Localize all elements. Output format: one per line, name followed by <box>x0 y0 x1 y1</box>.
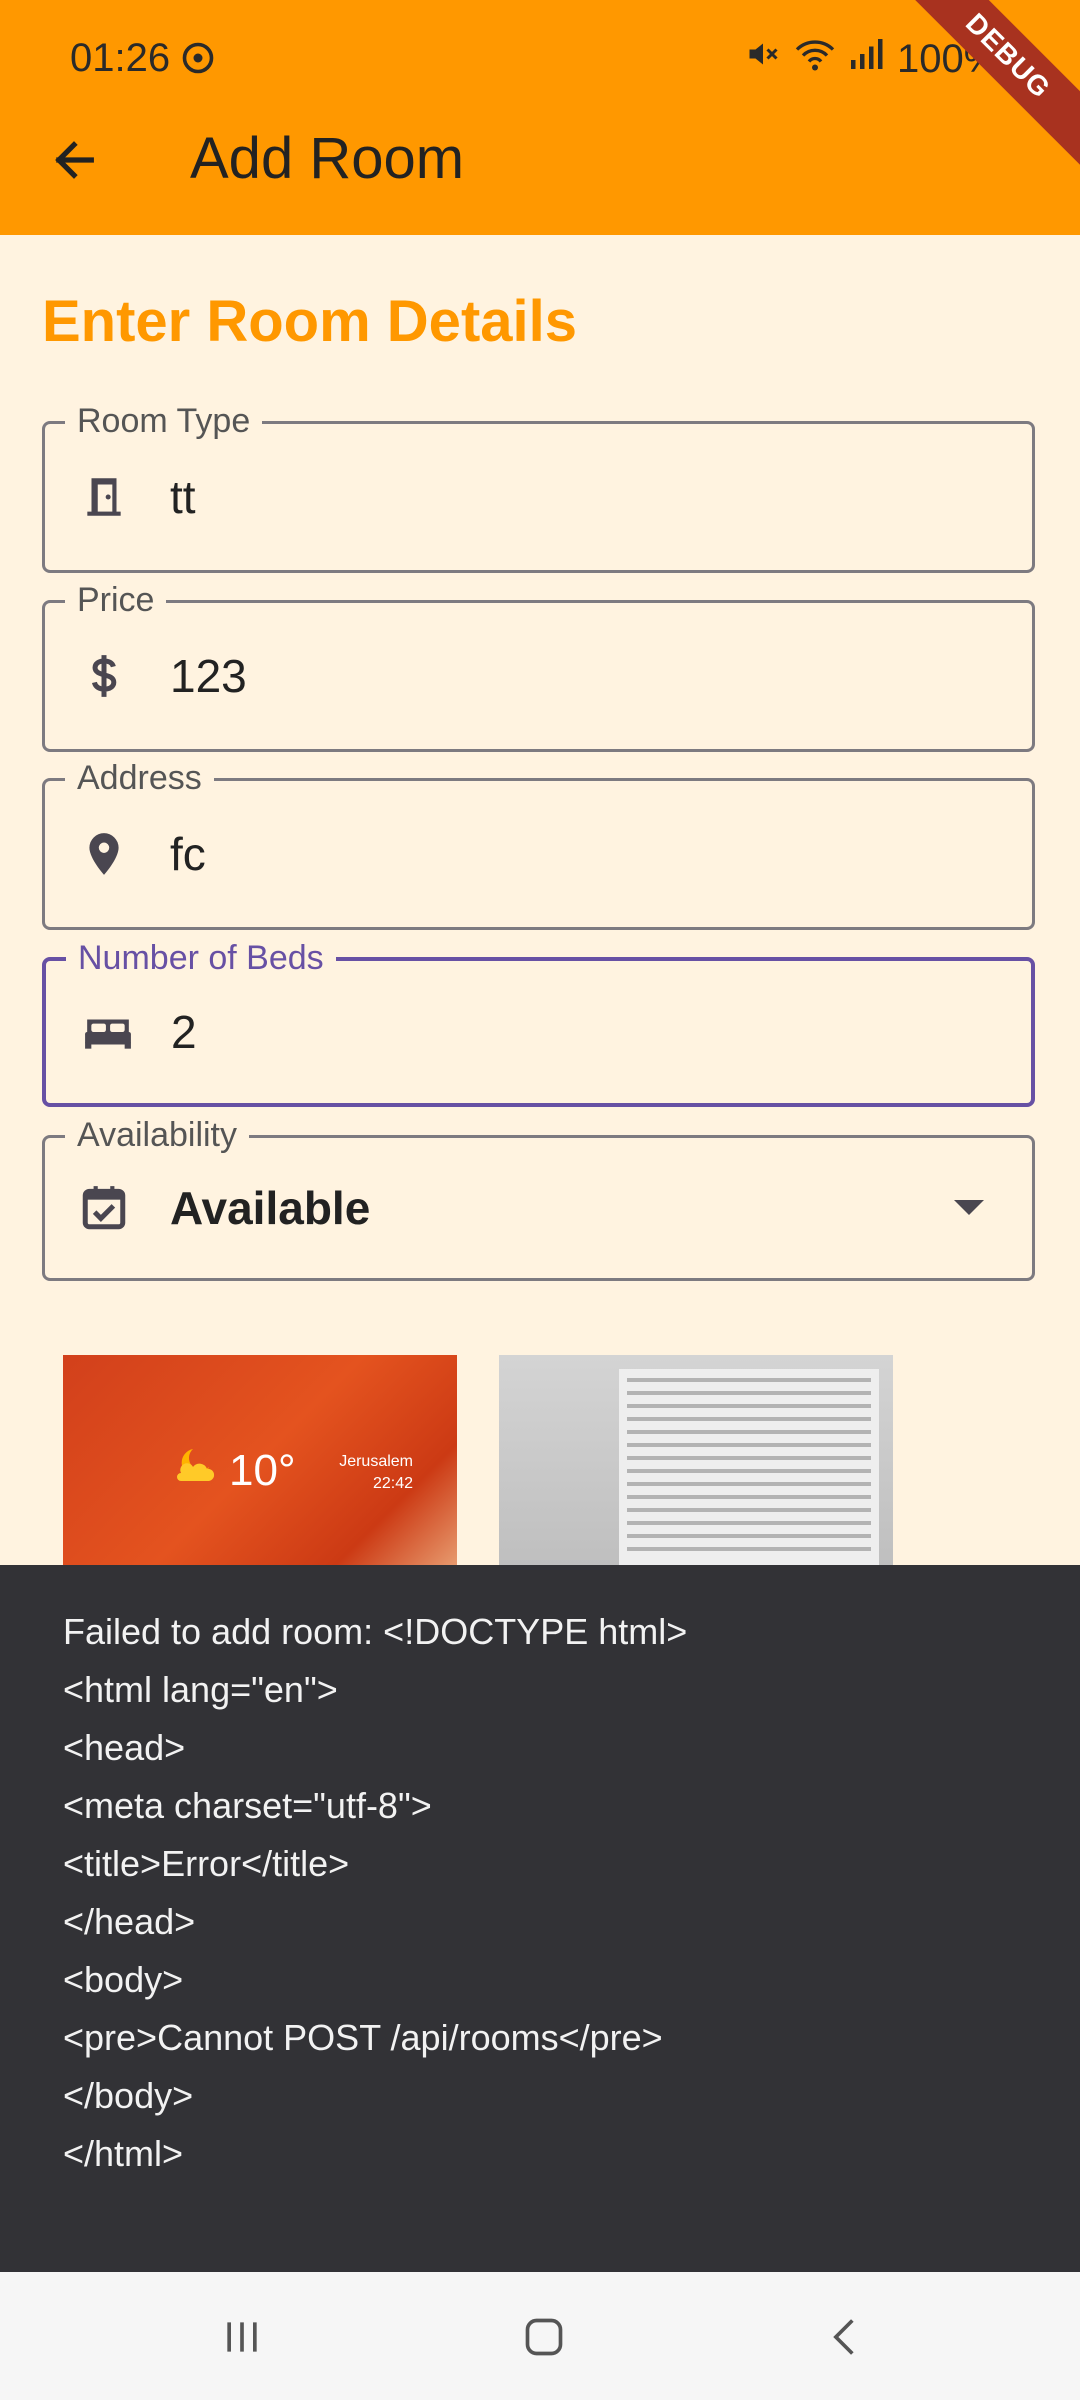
availability-value: Available <box>170 1182 371 1234</box>
price-field[interactable]: Price 123 <box>42 581 1035 752</box>
beds-field[interactable]: Number of Beds 2 <box>42 939 1035 1107</box>
calendar-check-icon <box>79 1138 129 1278</box>
price-value: 123 <box>170 650 247 702</box>
overlay-temperature: 10° <box>229 1445 296 1495</box>
dropdown-arrow-icon[interactable] <box>954 1138 984 1278</box>
app-bar: 01:26 100% DEBUG Add Room <box>0 0 1080 235</box>
address-value: fc <box>170 828 206 880</box>
error-snackbar: Failed to add room: <!DOCTYPE html> <htm… <box>0 1565 1080 2272</box>
wifi-icon <box>795 36 835 82</box>
address-field[interactable]: Address fc <box>42 759 1035 930</box>
page-title: Add Room <box>190 126 465 191</box>
sync-icon <box>180 40 216 81</box>
form-heading: Enter Room Details <box>42 289 577 354</box>
location-pin-icon <box>79 781 129 927</box>
home-button[interactable] <box>499 2302 589 2372</box>
status-bar: 01:26 100% <box>0 0 1080 120</box>
overlay-city: Jerusalem <box>339 1453 413 1470</box>
moon-cloud-icon <box>173 1445 221 1496</box>
room-image-1[interactable]: 10° Jerusalem 22:42 <box>63 1355 457 1565</box>
recent-apps-button[interactable] <box>197 2302 287 2372</box>
overlay-location: Jerusalem 22:42 <box>339 1451 413 1495</box>
door-icon <box>79 424 129 570</box>
back-arrow-icon[interactable] <box>48 130 100 190</box>
beds-value: 2 <box>171 1006 197 1058</box>
document-photo <box>619 1369 879 1565</box>
dollar-icon <box>79 603 129 749</box>
room-image-2[interactable] <box>499 1355 893 1565</box>
mute-icon <box>745 36 781 82</box>
room-type-field[interactable]: Room Type tt <box>42 402 1035 573</box>
availability-dropdown[interactable]: Availability Available <box>42 1116 1035 1281</box>
overlay-time: 22:42 <box>372 1475 413 1492</box>
error-message: Failed to add room: <!DOCTYPE html> <htm… <box>63 1611 688 2174</box>
weather-overlay: 10° <box>173 1445 296 1496</box>
status-time: 01:26 <box>70 36 171 80</box>
bed-icon <box>80 961 136 1103</box>
back-nav-button[interactable] <box>800 2302 890 2372</box>
signal-icon <box>849 36 883 82</box>
room-type-value: tt <box>170 471 196 523</box>
system-nav-bar <box>0 2272 1080 2400</box>
